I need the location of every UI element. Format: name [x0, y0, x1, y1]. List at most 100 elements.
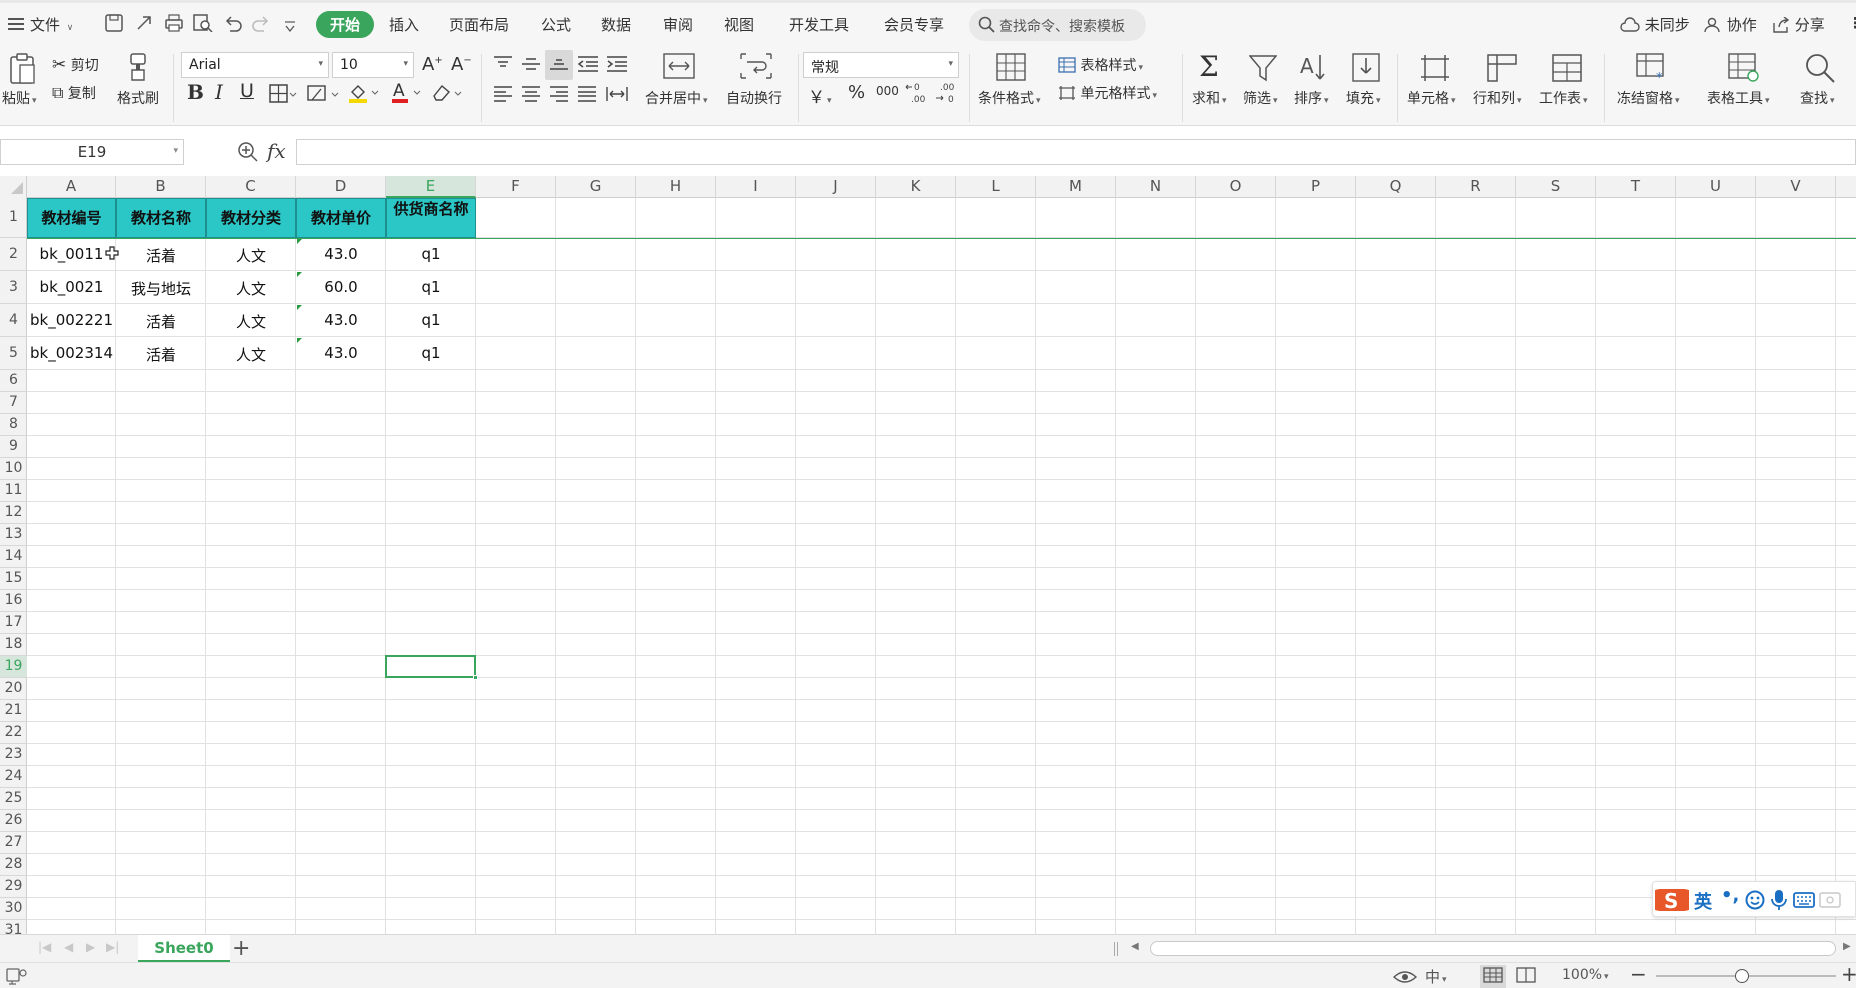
fill-button[interactable]: 填充 ▾ — [1346, 88, 1381, 108]
find-icon[interactable] — [1804, 52, 1836, 88]
merge-center-button[interactable]: 合并居中 ▾ — [645, 88, 708, 108]
fx-icon[interactable]: fx — [267, 139, 286, 163]
font-color-icon[interactable]: A — [391, 80, 423, 108]
save-icon[interactable] — [105, 14, 125, 34]
worksheet-button[interactable]: 工作表 ▾ — [1539, 88, 1588, 108]
data-cell[interactable]: 43.0 — [296, 238, 386, 271]
data-cell[interactable]: 我与地坛 — [116, 271, 206, 304]
header-cell[interactable]: 教材分类 — [206, 198, 296, 238]
prev-sheet-icon[interactable]: ◀ — [64, 940, 73, 954]
select-all-corner[interactable] — [0, 176, 27, 198]
share-button[interactable]: 分享 — [1772, 14, 1825, 35]
zoom-slider-thumb[interactable] — [1735, 969, 1749, 983]
tab-view[interactable]: 视图 — [724, 14, 754, 35]
paste-icon[interactable] — [8, 52, 38, 90]
export-icon[interactable] — [135, 14, 155, 34]
align-middle-icon[interactable] — [521, 56, 541, 76]
scroll-right-icon[interactable]: ▶ — [1843, 941, 1851, 952]
borders-icon[interactable] — [269, 84, 297, 108]
column-header-a[interactable]: A — [27, 176, 116, 198]
column-header-j[interactable]: J — [796, 176, 876, 198]
align-right-icon[interactable] — [549, 86, 569, 106]
more-menu-icon[interactable]: ⋮ — [1848, 14, 1856, 32]
column-header-m[interactable]: M — [1036, 176, 1116, 198]
row-header-14[interactable]: 14 — [0, 546, 27, 568]
column-header-o[interactable]: O — [1196, 176, 1276, 198]
tab-review[interactable]: 审阅 — [663, 14, 693, 35]
data-cell[interactable]: q1 — [386, 304, 476, 337]
find-button[interactable]: 查找 ▾ — [1800, 88, 1835, 108]
worksheet-icon[interactable] — [1552, 54, 1582, 86]
command-search[interactable]: 查找命令、搜索模板 — [969, 9, 1146, 41]
row-header-23[interactable]: 23 — [0, 744, 27, 766]
font-grow-icon[interactable]: A+ — [422, 54, 443, 75]
zoom-formula-icon[interactable] — [237, 141, 259, 167]
table-tools-icon[interactable] — [1728, 53, 1760, 87]
tab-member[interactable]: 会员专享 — [884, 14, 944, 35]
number-format-select[interactable]: 常规 ▾ — [803, 52, 959, 78]
row-header-2[interactable]: 2 — [0, 238, 27, 271]
input-method-status[interactable]: 中 ▾ — [1425, 966, 1447, 987]
font-shrink-icon[interactable]: A− — [451, 54, 472, 75]
sheet-tab-sheet0[interactable]: Sheet0 — [138, 935, 230, 962]
row-header-13[interactable]: 13 — [0, 524, 27, 546]
cut-button[interactable]: ✂ 剪切 — [52, 55, 99, 75]
table-tools-button[interactable]: 表格工具 ▾ — [1707, 88, 1770, 108]
data-cell[interactable]: q1 — [386, 238, 476, 271]
row-header-4[interactable]: 4 — [0, 304, 27, 337]
add-sheet-icon[interactable]: + — [232, 936, 250, 961]
row-header-17[interactable]: 17 — [0, 612, 27, 634]
increase-decimal-icon[interactable]: 0.00 — [905, 81, 929, 109]
row-header-19[interactable]: 19 — [0, 656, 27, 678]
decrease-decimal-icon[interactable]: .00 0 — [934, 81, 958, 109]
active-cell-selection[interactable] — [385, 655, 478, 680]
filter-button[interactable]: 筛选 ▾ — [1243, 88, 1278, 108]
microphone-icon[interactable] — [1771, 889, 1787, 915]
column-header-u[interactable]: U — [1676, 176, 1756, 198]
column-header-d[interactable]: D — [296, 176, 386, 198]
row-header-12[interactable]: 12 — [0, 502, 27, 524]
font-size-select[interactable]: 10 ▾ — [332, 52, 414, 78]
spreadsheet-grid[interactable]: ABCDEFGHIJKLMNOPQRSTUV 1 2 3 4 5 6 7 8 9 10 11 12 13… — [0, 176, 1856, 934]
normal-view-icon[interactable] — [1480, 965, 1506, 988]
sum-button[interactable]: 求和 ▾ — [1192, 88, 1227, 108]
row-header-15[interactable]: 15 — [0, 568, 27, 590]
cell-area[interactable]: 教材编号 教材名称 教材分类 教材单价 供货商名称 bk_0011 活着 人文 43.0 q1 bk… — [27, 198, 1856, 934]
bold-icon[interactable]: B — [187, 80, 204, 104]
thousands-button[interactable]: 000 — [876, 84, 899, 98]
data-cell[interactable]: 活着 — [116, 238, 206, 271]
column-header-f[interactable]: F — [476, 176, 556, 198]
data-cell[interactable]: 人文 — [206, 337, 296, 370]
scroll-left-icon[interactable]: ◀ — [1131, 941, 1139, 952]
ime-settings-icon[interactable] — [1819, 892, 1841, 912]
row-header-10[interactable]: 10 — [0, 458, 27, 480]
row-header-25[interactable]: 25 — [0, 788, 27, 810]
eye-protection-icon[interactable] — [1392, 968, 1418, 988]
cell-format-icon[interactable] — [307, 84, 339, 108]
conditional-format-icon[interactable] — [996, 53, 1026, 85]
page-view-icon[interactable] — [1516, 967, 1536, 987]
row-header-9[interactable]: 9 — [0, 436, 27, 458]
row-header-5[interactable]: 5 — [0, 337, 27, 370]
column-header-i[interactable]: I — [716, 176, 796, 198]
currency-button[interactable]: ￥ ▾ — [808, 83, 832, 108]
data-cell[interactable]: bk_0021 — [27, 271, 116, 304]
column-header-q[interactable]: Q — [1356, 176, 1436, 198]
data-cell[interactable]: 43.0 — [296, 337, 386, 370]
column-header-t[interactable]: T — [1596, 176, 1676, 198]
fill-color-icon[interactable] — [348, 82, 380, 108]
file-menu[interactable]: 文件 ∨ — [30, 14, 73, 35]
sort-icon[interactable]: A — [1299, 53, 1329, 87]
zoom-in-icon[interactable]: + — [1841, 962, 1856, 986]
conditional-format-button[interactable]: 条件格式 ▾ — [978, 88, 1041, 108]
data-cell[interactable]: 60.0 — [296, 271, 386, 304]
filter-icon[interactable] — [1248, 54, 1278, 86]
column-header-g[interactable]: G — [556, 176, 636, 198]
tab-formulas[interactable]: 公式 — [541, 14, 571, 35]
ime-mode-toggle[interactable]: 英 — [1694, 888, 1712, 914]
row-header-26[interactable]: 26 — [0, 810, 27, 832]
customize-quick-access-icon[interactable] — [284, 18, 304, 38]
row-header-30[interactable]: 30 — [0, 898, 27, 920]
row-header-21[interactable]: 21 — [0, 700, 27, 722]
collab-button[interactable]: 协作 — [1704, 14, 1757, 35]
